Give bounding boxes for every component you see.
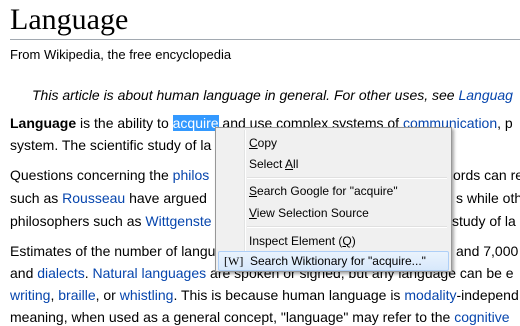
link-wittgenstein[interactable]: Wittgenste [145, 213, 211, 229]
selected-word[interactable]: acquire [172, 115, 219, 131]
menu-item-search-google[interactable]: Search Google for "acquire" [218, 181, 449, 201]
label-text: ll [293, 157, 299, 171]
menu-item-label: Inspect Element (Q) [249, 231, 356, 251]
wiktionary-icon: [W] [224, 254, 244, 268]
menu-item-label: Select All [249, 154, 298, 174]
text-run: . [84, 265, 93, 281]
paragraph-3-line-1-tail: and 7,000 [456, 243, 519, 259]
tagline: From Wikipedia, the free encyclopedia [10, 47, 232, 62]
menu-item-inspect-element[interactable]: Inspect Element (Q) [218, 231, 449, 251]
label-text: earch Google for "acquire" [257, 184, 398, 198]
link-dialects[interactable]: dialects [37, 265, 84, 281]
access-key: A [285, 157, 294, 171]
link-modality[interactable]: modality [404, 287, 456, 303]
hatnote-link[interactable]: Languag [458, 87, 513, 103]
paragraph-2-line-3-tail: study of la [452, 213, 516, 229]
text-run: is the ability to [76, 115, 173, 131]
link-whistling[interactable]: whistling [120, 287, 174, 303]
lead-term: Language [10, 115, 77, 131]
title-divider [10, 39, 520, 40]
text-run: , or [95, 287, 120, 303]
access-key: C [249, 136, 258, 150]
text-run: , p [497, 115, 513, 131]
link-natural-languages[interactable]: Natural languages [93, 265, 207, 281]
label-text: Select [249, 157, 286, 171]
label-text: opy [257, 136, 278, 150]
paragraph-3-line-3: writing, braille, or whistling. This is … [10, 286, 519, 304]
label-text: ) [351, 234, 356, 248]
menu-item-view-selection-source[interactable]: View Selection Source [218, 203, 449, 223]
hatnote-text: This article is about human language in … [32, 87, 459, 103]
menu-item-search-wiktionary[interactable]: [W] Search Wiktionary for "acquire..." [218, 251, 449, 271]
text-run: and [10, 265, 38, 281]
paragraph-3-line-4: meaning, when used as a general concept,… [10, 308, 510, 326]
menu-item-label: Search Wiktionary for "acquire..." [250, 254, 426, 268]
menu-separator [247, 226, 447, 228]
paragraph-2-line-2-tail: s while oth [456, 190, 520, 206]
access-key: S [249, 184, 258, 198]
hatnote: This article is about human language in … [32, 86, 513, 104]
link-braille[interactable]: braille [58, 287, 95, 303]
page-title: Language [10, 3, 129, 36]
text-run: such as [10, 190, 63, 206]
text-run: have argued [125, 190, 207, 206]
menu-item-copy[interactable]: Copy [218, 133, 449, 153]
label-text: iew Selection Source [256, 206, 369, 220]
paragraph-1-line-2: system. The scientific study of la [10, 137, 212, 153]
access-key: Q [342, 234, 352, 248]
menu-separator [247, 177, 447, 179]
text-run: philosophers such as [10, 213, 146, 229]
menu-item-label: View Selection Source [249, 203, 369, 223]
paragraph-2-line-3: philosophers such as Wittgenste [10, 212, 212, 230]
paragraph-2-line-1-tail: ords can re [453, 167, 520, 183]
link-philosophy[interactable]: philos [173, 167, 210, 183]
text-run: Questions concerning the [10, 167, 173, 183]
text-run: . This is because human language is [173, 287, 405, 303]
menu-item-label: Copy [249, 133, 277, 153]
access-key: V [249, 206, 257, 220]
menu-item-label: Search Google for "acquire" [249, 181, 398, 201]
text-run: -independ [456, 287, 519, 303]
paragraph-2-line-2: such as Rousseau have argued [10, 189, 207, 207]
menu-item-select-all[interactable]: Select All [218, 154, 449, 174]
label-text: Inspect Element ( [249, 234, 343, 248]
context-menu: Copy Select All Search Google for "acqui… [215, 127, 452, 272]
paragraph-2-line-1: Questions concerning the philos [10, 166, 209, 184]
paragraph-3-line-1: Estimates of the number of langu [10, 243, 216, 259]
link-writing[interactable]: writing [10, 287, 50, 303]
link-rousseau[interactable]: Rousseau [62, 190, 125, 206]
